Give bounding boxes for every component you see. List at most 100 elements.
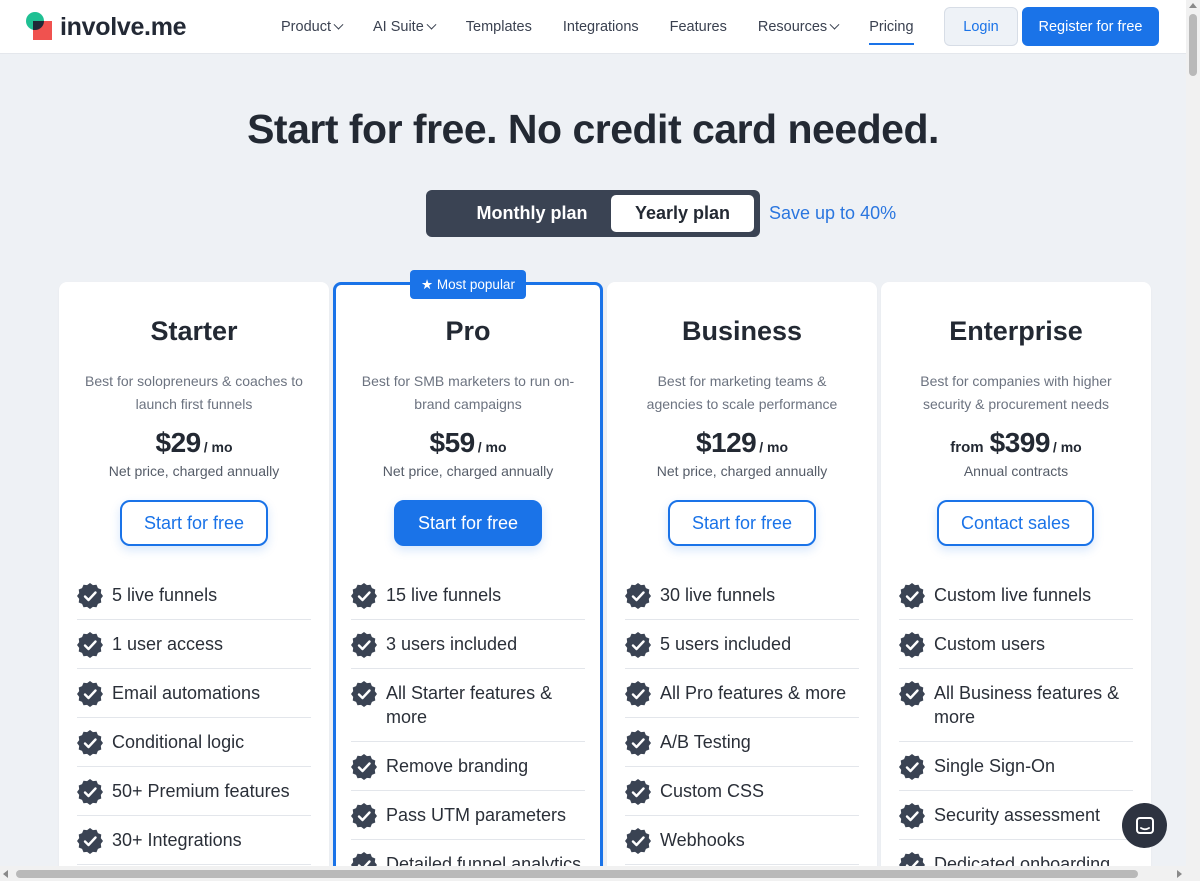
check-badge-icon: [899, 803, 925, 829]
plan-description: Best for companies with higher security …: [920, 373, 1112, 412]
plan-price: from $399/ mo: [881, 427, 1151, 459]
chevron-down-icon: [333, 19, 344, 30]
feature-label: A/B Testing: [660, 732, 751, 752]
check-badge-icon: [625, 583, 651, 609]
nav-resources-label: Resources: [757, 19, 828, 35]
feature-label: Security assessment: [934, 805, 1101, 825]
check-badge-icon: [899, 754, 925, 780]
save-text: Save up to 40%: [769, 203, 897, 223]
feature-label: 5 live funnels: [112, 585, 218, 605]
feature-item: Custom CSS: [625, 767, 859, 816]
billing-toggle: Monthly plan Yearly plan: [426, 190, 760, 237]
plan-name: Business: [681, 316, 803, 346]
feature-item: 3 users included: [351, 620, 585, 669]
horizontal-scrollbar[interactable]: [0, 866, 1200, 881]
check-badge-icon: [77, 681, 103, 707]
vertical-scrollbar[interactable]: [1186, 0, 1200, 866]
horizontal-scroll-thumb[interactable]: [16, 870, 1138, 878]
yearly-plan-option[interactable]: Yearly plan: [611, 195, 754, 232]
feature-list: 5 live funnels 1 user access Email automat…: [77, 571, 311, 865]
top-navigation-bar: involve.me Product AI Suite Templates In…: [0, 0, 1186, 54]
feature-label: 50+ Premium features: [112, 781, 290, 801]
feature-label: All Starter features & more: [386, 683, 553, 727]
price-amount: $59: [429, 427, 476, 458]
feature-label: Remove branding: [386, 756, 529, 776]
feature-label: Pass UTM parameters: [386, 805, 567, 825]
feature-item: Single Sign-On: [899, 742, 1133, 791]
check-badge-icon: [351, 754, 377, 780]
feature-item: Remove branding: [351, 742, 585, 791]
feature-label: 1 user access: [112, 634, 224, 654]
check-badge-icon: [351, 803, 377, 829]
nav-resources[interactable]: Resources: [757, 0, 840, 54]
logo-mark-icon: [26, 12, 56, 42]
feature-item: 30+ Integrations: [77, 816, 311, 865]
check-badge-icon: [625, 632, 651, 658]
check-badge-icon: [77, 828, 103, 854]
feature-item: 30 live funnels: [625, 571, 859, 620]
feature-label: Custom users: [934, 634, 1046, 654]
feature-item: All Business features & more: [899, 669, 1133, 742]
start-for-free-button[interactable]: Start for free: [120, 500, 268, 546]
scroll-up-arrow-icon[interactable]: [1189, 3, 1197, 8]
feature-item: A/B Testing: [625, 718, 859, 767]
feature-label: All Pro features & more: [660, 683, 847, 703]
feature-list: 15 live funnels 3 users included All Start…: [351, 571, 585, 881]
feature-item: 5 live funnels: [77, 571, 311, 620]
price-amount: $399: [989, 427, 1051, 458]
plan-price: $59/ mo: [336, 427, 600, 459]
start-for-free-button[interactable]: Start for free: [394, 500, 542, 546]
monthly-plan-option[interactable]: Monthly plan: [432, 195, 632, 232]
feature-item: 15 live funnels: [351, 571, 585, 620]
plan-card-business: Business Best for marketing teams & agen…: [607, 282, 877, 881]
logo[interactable]: involve.me: [26, 12, 187, 42]
scroll-right-arrow-icon[interactable]: [1177, 870, 1182, 878]
main-nav: Product AI Suite Templates Integrations …: [281, 0, 945, 54]
price-note: Annual contracts: [963, 463, 1069, 479]
nav-templates-label: Templates: [465, 19, 532, 35]
feature-label: Single Sign-On: [934, 756, 1056, 776]
plan-description: Best for marketing teams & agencies to s…: [646, 373, 838, 412]
nav-templates[interactable]: Templates: [466, 0, 532, 54]
check-badge-icon: [899, 632, 925, 658]
feature-item: Custom live funnels: [899, 571, 1133, 620]
chat-button[interactable]: [1122, 803, 1167, 848]
start-for-free-button[interactable]: Start for free: [668, 500, 816, 546]
feature-list: Custom live funnels Custom users All Busin…: [899, 571, 1133, 881]
register-button[interactable]: Register for free: [1022, 7, 1159, 46]
plan-description: Best for solopreneurs & coaches to launc…: [85, 373, 303, 412]
check-badge-icon: [77, 632, 103, 658]
vertical-scroll-thumb[interactable]: [1189, 14, 1197, 76]
scroll-left-arrow-icon[interactable]: [3, 870, 8, 878]
feature-item: Custom users: [899, 620, 1133, 669]
feature-label: 30 live funnels: [660, 585, 776, 605]
plan-description: Best for SMB marketers to run on-brand c…: [361, 373, 575, 412]
price-unit: / mo: [1052, 439, 1082, 455]
nav-ai-suite-label: AI Suite: [372, 19, 424, 35]
nav-integrations-label: Integrations: [562, 19, 639, 35]
chevron-down-icon: [426, 19, 437, 30]
check-badge-icon: [77, 583, 103, 609]
plan-price: $129/ mo: [607, 427, 877, 459]
feature-label: Email automations: [112, 683, 261, 703]
price-unit: / mo: [203, 439, 233, 455]
feature-item: Pass UTM parameters: [351, 791, 585, 840]
feature-item: 5 users included: [625, 620, 859, 669]
nav-ai-suite[interactable]: AI Suite: [372, 0, 437, 54]
nav-integrations[interactable]: Integrations: [563, 0, 639, 54]
price-amount: $129: [695, 427, 757, 458]
plan-card-enterprise: Enterprise Best for companies with highe…: [881, 282, 1151, 881]
feature-item: All Starter features & more: [351, 669, 585, 742]
price-amount: $29: [155, 427, 202, 458]
feature-item: 1 user access: [77, 620, 311, 669]
login-button[interactable]: Login: [944, 7, 1018, 46]
contact-sales-button[interactable]: Contact sales: [937, 500, 1094, 546]
check-badge-icon: [625, 828, 651, 854]
plan-card-starter: Starter Best for solopreneurs & coaches …: [59, 282, 329, 881]
nav-product[interactable]: Product: [281, 0, 344, 54]
nav-features[interactable]: Features: [670, 0, 727, 54]
price-from: from: [950, 439, 984, 456]
plan-name: Starter: [150, 316, 238, 346]
nav-pricing[interactable]: Pricing: [869, 0, 914, 54]
feature-label: Conditional logic: [112, 732, 245, 752]
